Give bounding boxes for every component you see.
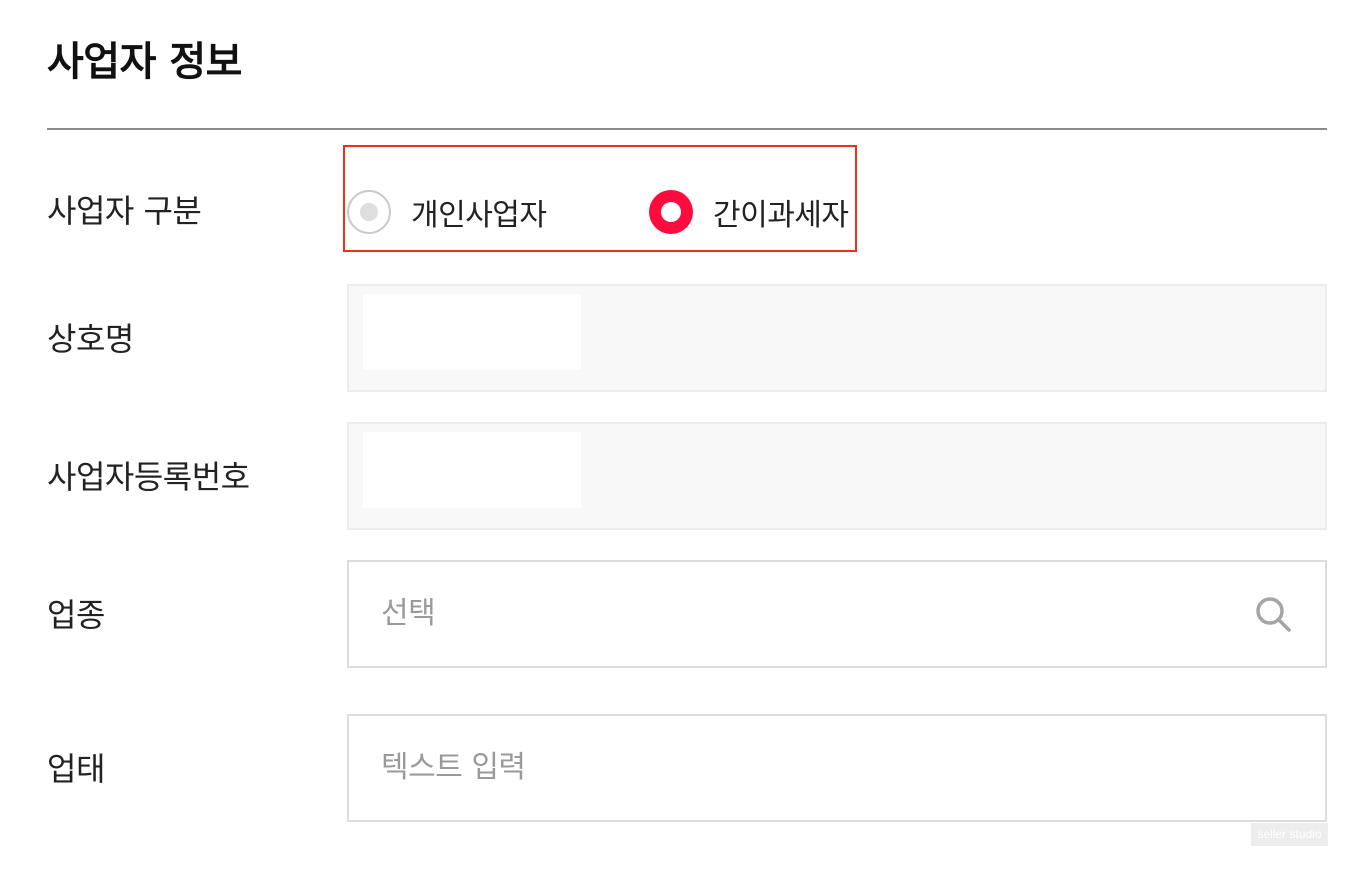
industry-label: 업종 <box>47 596 105 634</box>
radio-selected-icon[interactable] <box>649 190 693 234</box>
search-icon[interactable] <box>1255 596 1293 634</box>
industry-placeholder: 선택 <box>381 596 436 631</box>
registration-number-field <box>347 422 1327 530</box>
business-category-label: 업태 <box>47 750 105 788</box>
business-type-label: 사업자 구분 <box>47 192 202 230</box>
radio-unselected-icon[interactable] <box>347 190 391 234</box>
business-type-radio-group: 개인사업자 간이과세자 <box>343 145 857 252</box>
company-name-label: 상호명 <box>47 320 134 358</box>
watermark: seller studio <box>1251 823 1328 846</box>
registration-number-label: 사업자등록번호 <box>47 458 250 496</box>
page-title: 사업자 정보 <box>47 39 242 85</box>
redacted-value <box>363 294 581 370</box>
business-category-input[interactable]: 텍스트 입력 <box>347 714 1327 822</box>
radio-option-individual[interactable]: 개인사업자 <box>347 189 547 235</box>
radio-option-label: 간이과세자 <box>713 198 849 233</box>
radio-option-simplified-taxpayer[interactable]: 간이과세자 <box>649 189 849 235</box>
title-divider <box>47 128 1327 130</box>
redacted-value <box>363 432 581 508</box>
business-category-placeholder: 텍스트 입력 <box>381 750 526 785</box>
company-name-field <box>347 284 1327 392</box>
radio-option-label: 개인사업자 <box>411 198 547 233</box>
industry-select-field[interactable]: 선택 <box>347 560 1327 668</box>
